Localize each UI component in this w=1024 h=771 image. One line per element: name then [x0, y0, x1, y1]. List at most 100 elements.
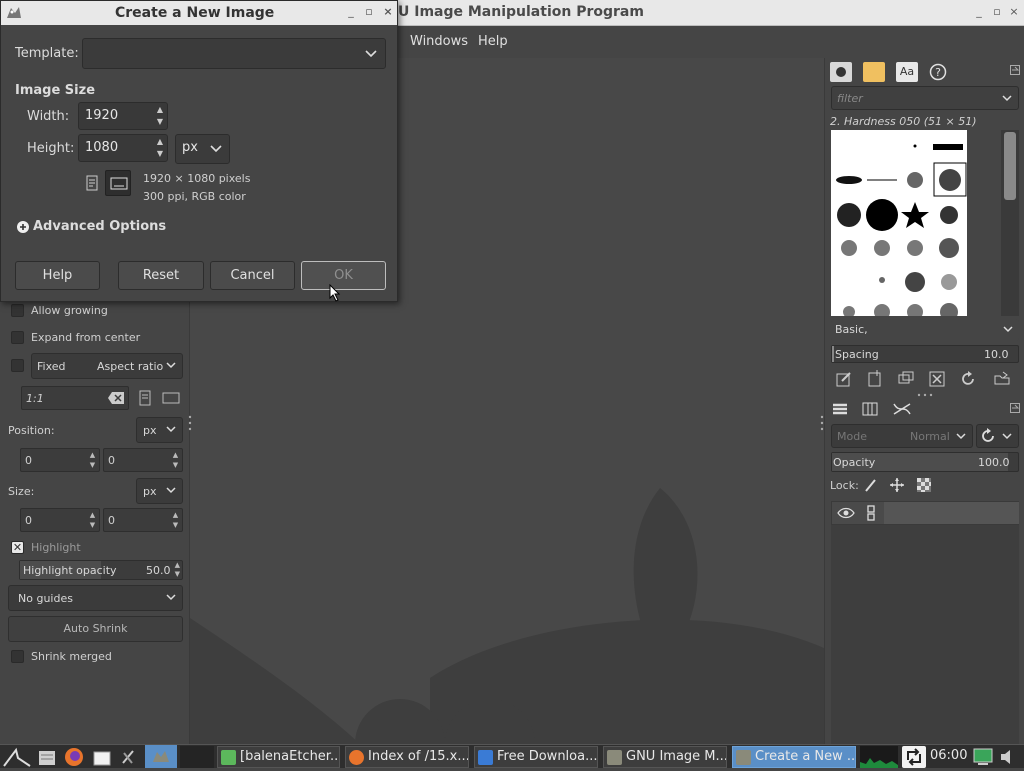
shrink-merged-checkbox[interactable]: [11, 650, 24, 663]
expand-from-center-checkbox[interactable]: [11, 331, 24, 344]
network-monitor-icon[interactable]: [972, 747, 994, 767]
configure-tab-icon[interactable]: [1010, 65, 1020, 75]
layer-list[interactable]: [831, 525, 1019, 744]
brush-grid[interactable]: [831, 130, 967, 321]
reset-button[interactable]: Reset: [118, 261, 204, 290]
spacing-slider[interactable]: Spacing 10.0: [831, 345, 1019, 363]
ok-button[interactable]: OK: [301, 261, 386, 290]
highlight-opacity-slider[interactable]: Highlight opacity 50.0 ▲ ▼: [19, 560, 183, 580]
terminal-tools-icon[interactable]: [118, 747, 140, 767]
decrement-icon[interactable]: ▼: [171, 461, 180, 470]
allow-growing-checkbox[interactable]: [11, 304, 24, 317]
dialog-maximize-icon[interactable]: ▫: [362, 5, 376, 19]
task-balenaetcher[interactable]: [balenaEtcher...: [217, 746, 340, 768]
layer-mode-select[interactable]: Mode Normal: [831, 424, 973, 448]
dock-separator-handle-icon[interactable]: [915, 393, 935, 397]
size-x-input[interactable]: 0 ▲ ▼: [20, 508, 100, 532]
panel-resize-handle-icon[interactable]: [188, 413, 192, 435]
position-unit-select[interactable]: px: [136, 417, 183, 443]
dialog-titlebar[interactable]: Create a New Image _ ▫ ×: [1, 1, 397, 25]
help-icon[interactable]: ?: [929, 63, 947, 81]
position-y-input[interactable]: 0 ▲ ▼: [103, 448, 183, 472]
layers-tab-icon[interactable]: [831, 400, 849, 418]
brushes-tab-icon[interactable]: [830, 62, 852, 82]
brush-grid-scrollbar[interactable]: [1001, 130, 1019, 316]
open-brush-icon[interactable]: [993, 370, 1011, 388]
firefox-icon[interactable]: [63, 747, 85, 767]
channels-tab-icon[interactable]: [861, 400, 879, 418]
lock-alpha-icon[interactable]: [916, 477, 932, 493]
task-firefox-index[interactable]: Index of /15.x...: [345, 746, 469, 768]
minimize-icon[interactable]: _: [972, 5, 986, 19]
decrement-icon[interactable]: ▼: [157, 117, 163, 126]
width-input[interactable]: 1920 ▲ ▼: [78, 102, 168, 130]
fixed-mode-select[interactable]: Fixed Aspect ratio: [31, 353, 183, 379]
menu-help[interactable]: Help: [478, 34, 508, 49]
guides-select[interactable]: No guides: [8, 585, 183, 611]
size-y-input[interactable]: 0 ▲ ▼: [103, 508, 183, 532]
increment-icon[interactable]: ▲: [157, 105, 163, 114]
new-brush-icon[interactable]: [866, 370, 884, 388]
landscape-orientation-button[interactable]: [105, 170, 131, 196]
height-input[interactable]: 1080 ▲ ▼: [78, 134, 168, 162]
position-x-input[interactable]: 0 ▲ ▼: [20, 448, 100, 472]
paths-tab-icon[interactable]: [892, 400, 912, 418]
highlight-checkbox[interactable]: ✕: [11, 541, 24, 554]
portrait-icon[interactable]: [85, 175, 99, 191]
decrement-icon[interactable]: ▼: [175, 570, 180, 578]
delete-brush-icon[interactable]: [928, 370, 946, 388]
start-menu-icon[interactable]: [2, 746, 32, 768]
advanced-options-toggle[interactable]: Advanced Options: [33, 219, 166, 234]
updates-icon[interactable]: [902, 746, 926, 768]
size-unit-select[interactable]: px: [175, 134, 230, 164]
decrement-icon[interactable]: ▼: [157, 149, 163, 158]
volume-icon[interactable]: [998, 747, 1020, 767]
decrement-icon[interactable]: ▼: [88, 521, 97, 530]
layer-composite-select[interactable]: [976, 424, 1019, 448]
brush-filter-input[interactable]: filter: [831, 86, 1019, 110]
cancel-button[interactable]: Cancel: [210, 261, 295, 290]
gimp-launcher[interactable]: [145, 745, 177, 768]
ratio-input[interactable]: 1:1: [21, 386, 129, 410]
increment-icon[interactable]: ▲: [171, 511, 180, 520]
increment-icon[interactable]: ▲: [175, 561, 180, 569]
visibility-eye-icon[interactable]: [837, 507, 855, 519]
portrait-icon[interactable]: [138, 390, 152, 406]
clear-icon[interactable]: [108, 392, 124, 404]
task-gimp-main[interactable]: GNU Image M...: [603, 746, 727, 768]
layer-opacity-slider[interactable]: Opacity 100.0: [831, 452, 1019, 472]
patterns-tab-icon[interactable]: [863, 62, 885, 82]
scrollbar-thumb[interactable]: [1004, 132, 1016, 200]
workspace-switcher[interactable]: [180, 746, 214, 768]
task-create-new-image[interactable]: Create a New ...: [732, 746, 856, 768]
layer-list-area[interactable]: [884, 502, 1019, 524]
chain-link-icon[interactable]: [865, 505, 877, 521]
expand-plus-icon[interactable]: [17, 221, 29, 233]
increment-icon[interactable]: ▲: [157, 137, 163, 146]
fixed-checkbox[interactable]: [11, 359, 24, 372]
help-button[interactable]: Help: [15, 261, 100, 290]
task-free-download[interactable]: Free Downloa...: [474, 746, 598, 768]
duplicate-brush-icon[interactable]: [897, 370, 915, 388]
increment-icon[interactable]: ▲: [88, 451, 97, 460]
dialog-minimize-icon[interactable]: _: [344, 5, 358, 19]
menu-windows[interactable]: Windows: [410, 34, 468, 49]
decrement-icon[interactable]: ▼: [88, 461, 97, 470]
dialog-close-icon[interactable]: ×: [381, 5, 395, 19]
configure-tab-icon[interactable]: [1010, 403, 1020, 413]
maximize-icon[interactable]: ▫: [990, 5, 1004, 19]
auto-shrink-button[interactable]: Auto Shrink: [8, 616, 183, 642]
increment-icon[interactable]: ▲: [88, 511, 97, 520]
refresh-brushes-icon[interactable]: [959, 370, 977, 388]
decrement-icon[interactable]: ▼: [171, 521, 180, 530]
increment-icon[interactable]: ▲: [171, 451, 180, 460]
landscape-icon[interactable]: [162, 391, 180, 405]
file-manager-icon[interactable]: [36, 747, 58, 767]
lock-pixels-icon[interactable]: [863, 477, 879, 493]
folder-icon[interactable]: [91, 747, 113, 767]
lock-position-icon[interactable]: [889, 477, 905, 493]
fonts-tab-icon[interactable]: Aa: [896, 62, 918, 82]
brush-preset-select[interactable]: Basic,: [831, 319, 1019, 341]
edit-brush-icon[interactable]: [835, 370, 853, 388]
close-icon[interactable]: ×: [1007, 5, 1021, 19]
